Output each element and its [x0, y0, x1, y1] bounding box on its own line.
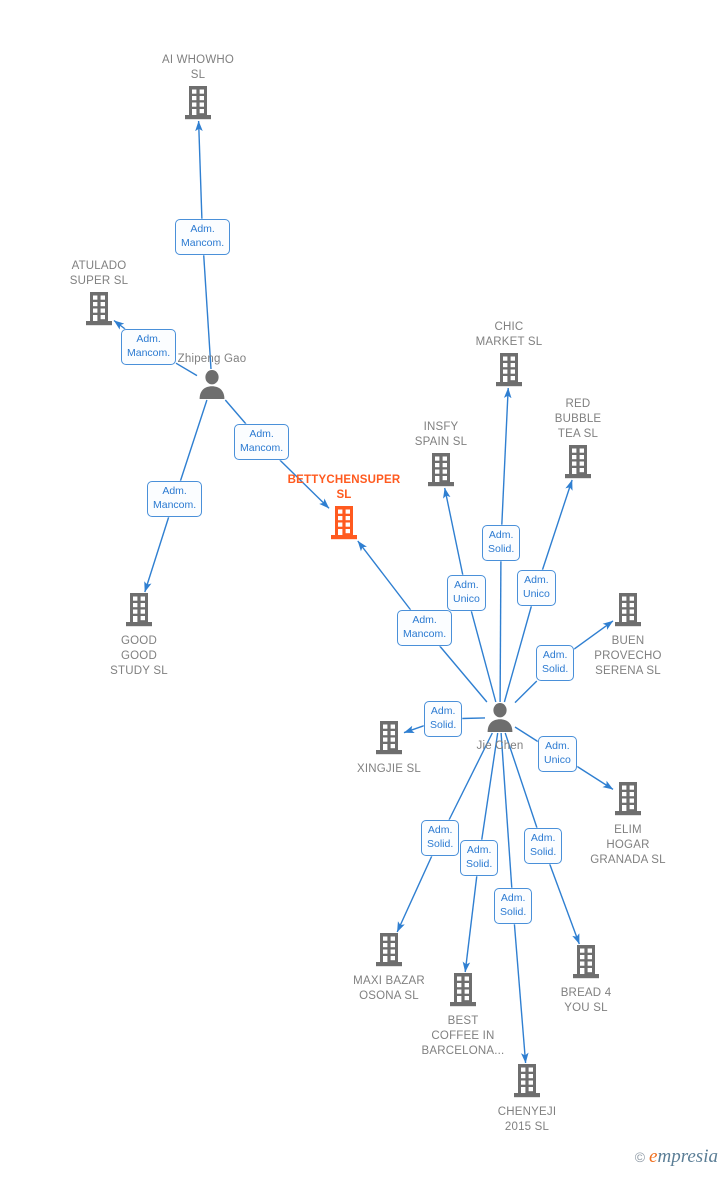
relation-label-jie_chen-to-best_coffee[interactable]: Adm. Solid. [460, 840, 499, 876]
relation-label-jie_chen-to-red_bubble[interactable]: Adm. Unico [517, 570, 556, 606]
building-glyph[interactable] [309, 932, 469, 973]
edge-segment-target [357, 540, 412, 611]
relation-label-jie_chen-to-xingjie[interactable]: Adm. Solid. [424, 701, 463, 737]
building-icon [376, 933, 402, 967]
relation-label-jie_chen-to-chenyeji[interactable]: Adm. Solid. [494, 888, 533, 924]
building-icon [126, 593, 152, 627]
relation-label-jie_chen-to-bettychensuper[interactable]: Adm. Mancom. [397, 610, 453, 646]
edge-segment-source [514, 680, 538, 704]
graph-node-insfy_spain[interactable]: INSFY SPAIN SL [361, 420, 521, 493]
graph-node-atulado[interactable]: ATULADO SUPER SL [19, 259, 179, 332]
node-label: AI WHOWHO SL [161, 54, 235, 81]
building-icon [496, 353, 522, 387]
graph-node-good_good[interactable]: GOOD GOOD STUDY SL [59, 592, 219, 679]
relation-label-zhipeng_gao-to-atulado[interactable]: Adm. Mancom. [121, 329, 177, 365]
person-glyph[interactable] [132, 369, 292, 405]
relation-label-jie_chen-to-elim_hogar[interactable]: Adm. Unico [538, 736, 577, 772]
edge-segment-source [470, 610, 497, 703]
graph-node-chenyeji[interactable]: CHENYEJI 2015 SL [447, 1063, 607, 1135]
copyright-icon: © [634, 1148, 646, 1165]
relation-label-jie_chen-to-insfy_spain[interactable]: Adm. Unico [447, 575, 486, 611]
graph-node-bread4you[interactable]: BREAD 4 YOU SL [506, 944, 666, 1016]
node-label: GOOD GOOD STUDY SL [110, 635, 168, 677]
edge-segment-source [179, 399, 208, 482]
building-icon [615, 782, 641, 816]
graph-node-red_bubble[interactable]: RED BUBBLE TEA SL [498, 397, 658, 485]
building-glyph[interactable] [361, 452, 521, 493]
node-label: BEST COFFEE IN BARCELONA... [421, 1015, 505, 1057]
edge-segment-target [541, 479, 573, 571]
node-label: INSFY SPAIN SL [414, 421, 468, 448]
empresia-watermark: © empresia [635, 1147, 718, 1166]
building-glyph[interactable] [548, 592, 708, 633]
edge-segment-target [144, 516, 170, 593]
graph-node-elim_hogar[interactable]: ELIM HOGAR GRANADA SL [548, 781, 708, 868]
graph-node-chic_market[interactable]: CHIC MARKET SL [429, 320, 589, 393]
relation-label-jie_chen-to-chic_market[interactable]: Adm. Solid. [482, 525, 521, 561]
relation-label-zhipeng_gao-to-bettychensuper[interactable]: Adm. Mancom. [234, 424, 290, 460]
building-icon [573, 945, 599, 979]
network-graph-canvas: AI WHOWHO SL ATULADO SUPER SL Zhipeng Gao G… [0, 0, 728, 1180]
building-glyph[interactable] [19, 291, 179, 332]
building-icon [331, 506, 357, 540]
edge-segment-source [503, 605, 533, 703]
relation-label-zhipeng_gao-to-ai_whowho[interactable]: Adm. Mancom. [175, 219, 231, 255]
building-icon [615, 593, 641, 627]
edge-segment-source [499, 560, 502, 703]
node-label: CHENYEJI 2015 SL [497, 1106, 557, 1133]
building-icon [450, 973, 476, 1007]
edge-segment-target [549, 863, 580, 945]
building-glyph[interactable] [506, 944, 666, 985]
relation-label-zhipeng_gao-to-good_good[interactable]: Adm. Mancom. [147, 481, 203, 517]
person-icon [199, 370, 225, 399]
edge-segment-target [443, 487, 464, 576]
building-glyph[interactable] [118, 85, 278, 126]
graph-node-ai_whowho[interactable]: AI WHOWHO SL [118, 53, 278, 126]
building-glyph[interactable] [447, 1063, 607, 1104]
node-label: ELIM HOGAR GRANADA SL [590, 824, 666, 866]
node-label: RED BUBBLE TEA SL [554, 398, 602, 440]
node-label: BREAD 4 YOU SL [560, 987, 612, 1014]
person-icon [487, 703, 513, 732]
building-glyph[interactable] [548, 781, 708, 822]
edge-segment-target [396, 855, 433, 933]
building-glyph[interactable] [59, 592, 219, 633]
building-icon [185, 86, 211, 120]
node-label: CHIC MARKET SL [475, 321, 543, 348]
relation-label-jie_chen-to-buen_provecho[interactable]: Adm. Solid. [536, 645, 575, 681]
edge-segment-target [195, 120, 203, 220]
node-label: XINGJIE SL [357, 763, 421, 775]
building-icon [86, 292, 112, 326]
building-icon [565, 445, 591, 479]
building-icon [514, 1064, 540, 1098]
building-icon [376, 721, 402, 755]
empresia-logo-text: mpresia [657, 1146, 718, 1167]
relation-label-jie_chen-to-bread4you[interactable]: Adm. Solid. [524, 828, 563, 864]
building-glyph[interactable] [429, 352, 589, 393]
building-icon [428, 453, 454, 487]
node-label: ATULADO SUPER SL [69, 260, 129, 287]
edge-segment-source [500, 732, 513, 889]
relation-label-jie_chen-to-maxi_bazar[interactable]: Adm. Solid. [421, 820, 460, 856]
edge-segment-source [439, 645, 488, 703]
building-glyph[interactable] [264, 505, 424, 546]
building-glyph[interactable] [498, 444, 658, 485]
